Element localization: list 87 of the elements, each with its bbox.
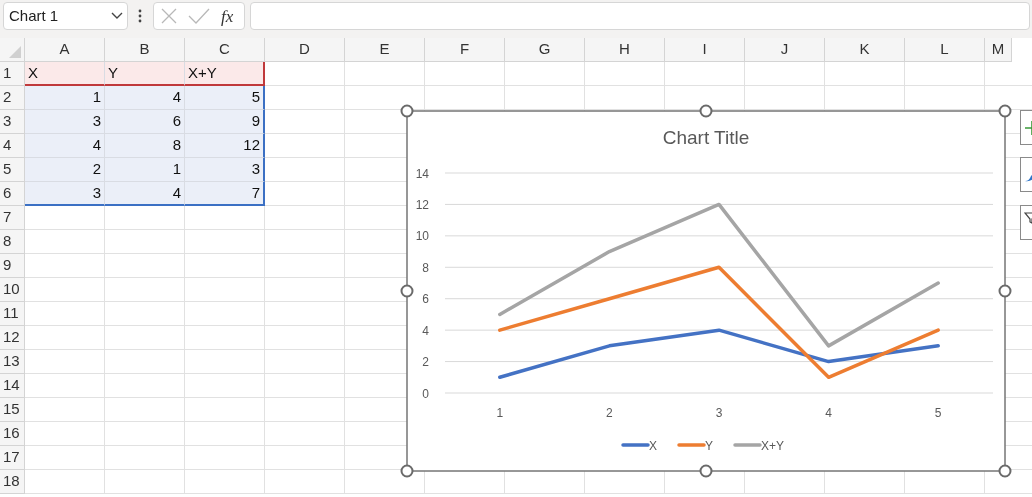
row-header[interactable]: 4 (0, 134, 25, 158)
column-header[interactable]: F (425, 38, 505, 62)
column-header[interactable]: H (585, 38, 665, 62)
y-axis-label: 10 (415, 229, 429, 244)
table-cell: 12 (185, 134, 265, 158)
table-cell: X+Y (185, 62, 265, 86)
column-header[interactable]: B (105, 38, 185, 62)
table-cell: 1 (105, 158, 185, 182)
table-cell: 6 (105, 110, 185, 134)
resize-handle[interactable] (699, 104, 713, 118)
x-axis-label: 2 (606, 406, 613, 420)
row-header[interactable]: 14 (0, 374, 25, 398)
y-axis-label: 0 (422, 386, 429, 401)
series-line[interactable] (498, 202, 940, 348)
table-cell: 9 (185, 110, 265, 134)
table-cell: X (25, 62, 105, 86)
row-header[interactable]: 7 (0, 206, 25, 230)
formula-input[interactable] (250, 2, 1030, 30)
row-header[interactable]: 18 (0, 470, 25, 494)
table-cell: 7 (185, 182, 265, 206)
row-header[interactable]: 16 (0, 422, 25, 446)
chart-elements-button[interactable] (1020, 110, 1032, 145)
row-header[interactable]: 6 (0, 182, 25, 206)
chart-area[interactable] (406, 110, 1006, 472)
column-header[interactable]: I (665, 38, 745, 62)
name-box-text: Chart 1 (9, 5, 59, 26)
resize-handle[interactable] (998, 284, 1012, 298)
table-cell: 3 (25, 182, 105, 206)
row-header[interactable]: 11 (0, 302, 25, 326)
table-cell: 4 (105, 86, 185, 110)
legend-label: X (649, 438, 657, 453)
x-axis-label: 1 (496, 406, 504, 420)
column-header[interactable]: G (505, 38, 585, 62)
row-header[interactable]: 3 (0, 110, 25, 134)
table-cell: 5 (185, 86, 265, 110)
y-axis-label: 4 (422, 323, 429, 338)
column-header[interactable]: J (745, 38, 825, 62)
column-header[interactable]: C (185, 38, 265, 62)
row-header[interactable]: 10 (0, 278, 25, 302)
table-cell: Y (105, 62, 185, 86)
table-cell: 8 (105, 134, 185, 158)
more-options-icon[interactable] (138, 9, 142, 23)
column-header[interactable]: E (345, 38, 425, 62)
row-header[interactable]: 1 (0, 62, 25, 86)
series-line[interactable] (498, 328, 940, 380)
x-axis-label: 5 (934, 406, 942, 420)
chart-styles-button[interactable] (1020, 157, 1032, 192)
chevron-down-icon (111, 12, 123, 20)
row-header[interactable]: 13 (0, 350, 25, 374)
y-axis-label: 2 (422, 355, 429, 370)
y-axis-label: 14 (415, 166, 429, 181)
table-cell: 3 (25, 110, 105, 134)
column-header[interactable]: K (825, 38, 905, 62)
insert-function-button[interactable]: fx (219, 4, 236, 26)
row-header[interactable]: 8 (0, 230, 25, 254)
row-header[interactable]: 5 (0, 158, 25, 182)
column-header[interactable]: M (985, 38, 1012, 62)
y-axis-label: 8 (422, 260, 429, 275)
table-cell: 3 (185, 158, 265, 182)
column-header[interactable]: D (265, 38, 345, 62)
column-header[interactable]: A (25, 38, 105, 62)
series-line[interactable] (498, 265, 940, 380)
chart-title: Chart Title (662, 127, 750, 148)
table-cell: 4 (105, 182, 185, 206)
resize-handle[interactable] (998, 464, 1012, 478)
column-header[interactable]: L (905, 38, 985, 62)
y-axis-label: 6 (422, 292, 429, 307)
resize-handle[interactable] (699, 464, 713, 478)
row-header[interactable]: 15 (0, 398, 25, 422)
row-header[interactable]: 9 (0, 254, 25, 278)
row-header[interactable]: 2 (0, 86, 25, 110)
table-cell: 2 (25, 158, 105, 182)
table-cell: 4 (25, 134, 105, 158)
row-header[interactable]: 17 (0, 446, 25, 470)
row-header[interactable]: 12 (0, 326, 25, 350)
resize-handle[interactable] (400, 464, 414, 478)
resize-handle[interactable] (400, 104, 414, 118)
resize-handle[interactable] (998, 104, 1012, 118)
x-axis-label: 3 (715, 406, 723, 420)
chart-filters-button[interactable] (1020, 205, 1032, 240)
x-axis-label: 4 (825, 406, 832, 420)
resize-handle[interactable] (400, 284, 414, 298)
legend-label: X+Y (761, 438, 784, 453)
y-axis-label: 12 (415, 197, 429, 212)
table-cell: 1 (25, 86, 105, 110)
legend-label: Y (705, 438, 713, 453)
name-box[interactable]: Chart 1 (3, 2, 128, 30)
